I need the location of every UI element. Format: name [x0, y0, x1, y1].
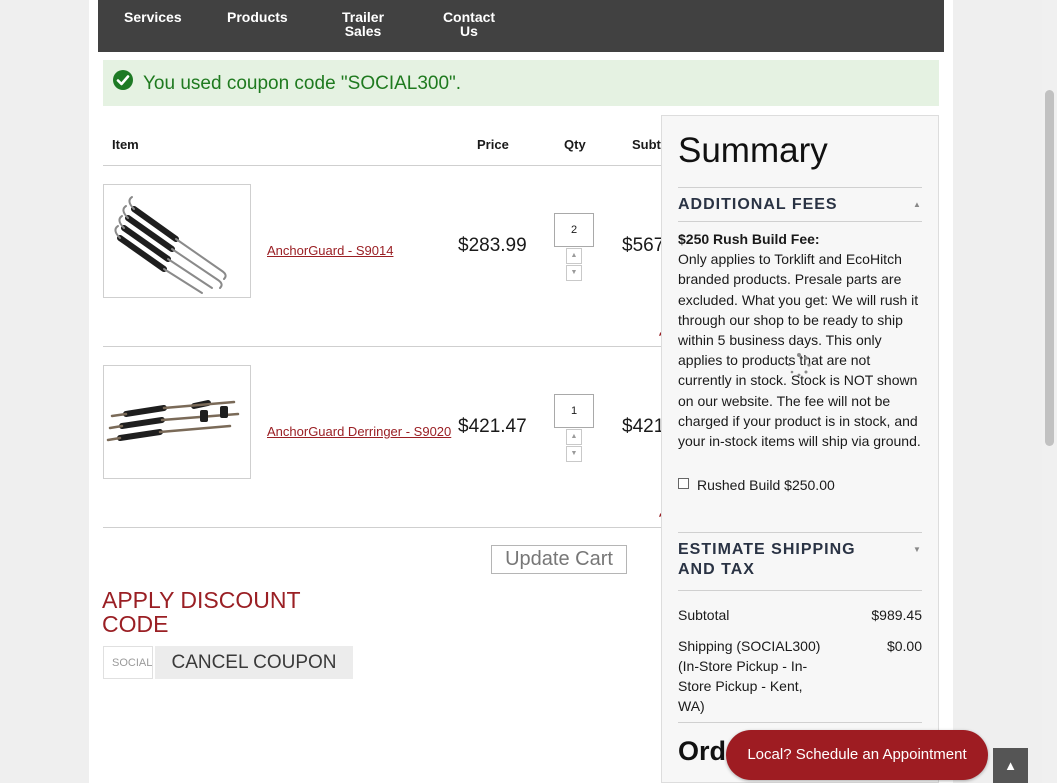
summary-divider: [678, 532, 922, 533]
quantity-increase-icon[interactable]: ▲: [566, 248, 582, 264]
quantity-decrease-icon[interactable]: ▼: [566, 446, 582, 462]
discount-section-title[interactable]: APPLY DISCOUNT CODE: [102, 588, 342, 636]
product-price-s9020: $421.47: [458, 416, 527, 437]
coupon-success-message: You used coupon code "SOCIAL300".: [143, 73, 462, 94]
column-header-item: Item: [112, 137, 139, 152]
product-image-s9014[interactable]: [103, 184, 251, 298]
page-scrollbar[interactable]: [1042, 0, 1057, 783]
product-image-s9020[interactable]: [103, 365, 251, 479]
subtotal-label: Subtotal: [678, 607, 730, 623]
cancel-coupon-button[interactable]: CANCEL COUPON: [155, 646, 353, 679]
nav-item-products[interactable]: Products: [227, 10, 288, 24]
shipping-value: $0.00: [886, 638, 922, 654]
rush-build-fee-description: $250 Rush Build Fee: Only applies to Tor…: [678, 229, 924, 451]
coupon-code-input[interactable]: SOCIAL300: [103, 646, 153, 679]
column-header-price: Price: [477, 137, 509, 152]
summary-title: Summary: [678, 131, 828, 170]
shipping-label: Shipping (SOCIAL300) (In-Store Pickup - …: [678, 638, 821, 714]
table-divider: [103, 165, 663, 166]
rushed-build-option[interactable]: Rushed Build $250.00: [678, 477, 835, 493]
subtotal-value: $989.45: [871, 607, 922, 623]
product-price-s9014: $283.99: [458, 235, 527, 256]
nav-item-services[interactable]: Services: [124, 10, 182, 24]
chevron-up-icon[interactable]: ▲: [913, 200, 921, 209]
rush-build-fee-body: Only applies to Torklift and EcoHitch br…: [678, 251, 921, 450]
summary-divider: [678, 187, 922, 188]
summary-divider: [678, 722, 922, 723]
rushed-build-label: Rushed Build $250.00: [697, 477, 835, 493]
scrollbar-thumb[interactable]: [1045, 90, 1054, 446]
quantity-input-s9014[interactable]: 2: [554, 213, 594, 247]
table-divider: [103, 346, 663, 347]
rush-build-fee-heading: $250 Rush Build Fee:: [678, 231, 820, 247]
loading-spinner-icon: [786, 352, 812, 378]
product-link-s9014[interactable]: AnchorGuard - S9014: [267, 243, 393, 258]
rushed-build-checkbox[interactable]: [678, 478, 689, 489]
table-divider: [103, 527, 663, 528]
summary-divider: [678, 590, 922, 591]
column-header-qty: Qty: [564, 137, 586, 152]
quantity-increase-icon[interactable]: ▲: [566, 429, 582, 445]
quantity-input-s9020[interactable]: 1: [554, 394, 594, 428]
update-cart-button[interactable]: Update Cart: [491, 545, 627, 574]
nav-item-trailer-sales[interactable]: Trailer Sales: [338, 10, 388, 38]
quantity-decrease-icon[interactable]: ▼: [566, 265, 582, 281]
additional-fees-toggle[interactable]: ADDITIONAL FEES: [678, 195, 838, 215]
nav-item-contact-us[interactable]: Contact Us: [433, 10, 505, 38]
coupon-success-alert: You used coupon code "SOCIAL300".: [103, 60, 939, 106]
scroll-to-top-icon[interactable]: ▲: [993, 748, 1028, 783]
estimate-shipping-toggle[interactable]: ESTIMATE SHIPPING AND TAX: [678, 540, 888, 580]
check-circle-icon: [113, 70, 133, 90]
main-navbar: Services Products Trailer Sales Contact …: [98, 0, 944, 52]
schedule-appointment-button[interactable]: Local? Schedule an Appointment: [726, 730, 988, 780]
product-link-s9020[interactable]: AnchorGuard Derringer - S9020: [267, 424, 451, 439]
summary-divider: [678, 221, 922, 222]
chevron-down-icon[interactable]: ▼: [913, 545, 921, 554]
